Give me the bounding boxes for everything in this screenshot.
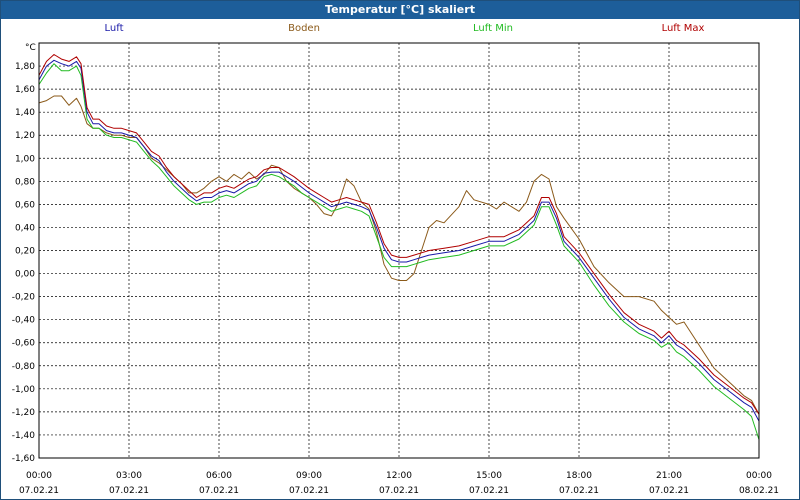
y-tick-label: 1,40 bbox=[15, 108, 35, 118]
x-tick-date: 07.02.21 bbox=[109, 486, 149, 496]
x-tick-date: 07.02.21 bbox=[469, 486, 509, 496]
x-tick-time: 18:00 bbox=[566, 471, 592, 481]
y-tick-label: -0,60 bbox=[12, 339, 36, 349]
y-tick-label: -0,40 bbox=[12, 316, 36, 326]
grid bbox=[39, 43, 759, 459]
x-tick-date: 07.02.21 bbox=[379, 486, 419, 496]
x-tick-labels: 00:00 07.02.21 03:00 07.02.21 06:00 07.02.21 0… bbox=[19, 471, 779, 496]
x-tick-date: 08.02.21 bbox=[739, 486, 779, 496]
y-tick-label: 1,00 bbox=[15, 154, 35, 164]
y-tick-label: 1,60 bbox=[15, 85, 35, 95]
y-axis-unit: °C bbox=[25, 43, 36, 53]
x-tick-time: 09:00 bbox=[296, 471, 322, 481]
x-tick-time: 12:00 bbox=[386, 471, 412, 481]
x-tick-date: 07.02.21 bbox=[649, 486, 689, 496]
y-tick-label: 1,80 bbox=[15, 62, 35, 72]
y-tick-label: 1,20 bbox=[15, 131, 35, 141]
y-tick-labels: 1,80 1,60 1,40 1,20 1,00 0,80 0,60 0,40 0,20 0,00… bbox=[12, 62, 36, 464]
y-tick-label: -1,00 bbox=[12, 385, 36, 395]
x-tick-time: 15:00 bbox=[476, 471, 502, 481]
x-tick-date: 07.02.21 bbox=[559, 486, 599, 496]
y-tick-label: -1,40 bbox=[12, 431, 36, 441]
chart-window: Temperatur [°C] skaliert Luft Boden Luft… bbox=[0, 0, 800, 500]
x-tick-time: 03:00 bbox=[116, 471, 142, 481]
y-tick-label: 0,20 bbox=[15, 247, 35, 257]
y-tick-label: -1,60 bbox=[12, 454, 36, 464]
x-tick-date: 07.02.21 bbox=[19, 486, 59, 496]
x-tick-date: 07.02.21 bbox=[289, 486, 329, 496]
y-tick-label: 0,40 bbox=[15, 223, 35, 233]
y-tick-label: -0,80 bbox=[12, 362, 36, 372]
y-tick-label: 0,80 bbox=[15, 177, 35, 187]
y-tick-label: 0,60 bbox=[15, 200, 35, 210]
x-tick-time: 21:00 bbox=[656, 471, 682, 481]
x-tick-time: 06:00 bbox=[206, 471, 232, 481]
x-tick-time: 00:00 bbox=[746, 471, 772, 481]
y-tick-label: -0,20 bbox=[12, 293, 36, 303]
x-tick-date: 07.02.21 bbox=[199, 486, 239, 496]
y-tick-label: 0,00 bbox=[15, 270, 35, 280]
y-tick-label: -1,20 bbox=[12, 408, 36, 418]
x-tick-time: 00:00 bbox=[26, 471, 52, 481]
temperature-chart: °C 1,80 1,60 1,40 1,20 1,00 0,80 0,60 0,40 0,20 0… bbox=[12, 42, 779, 496]
